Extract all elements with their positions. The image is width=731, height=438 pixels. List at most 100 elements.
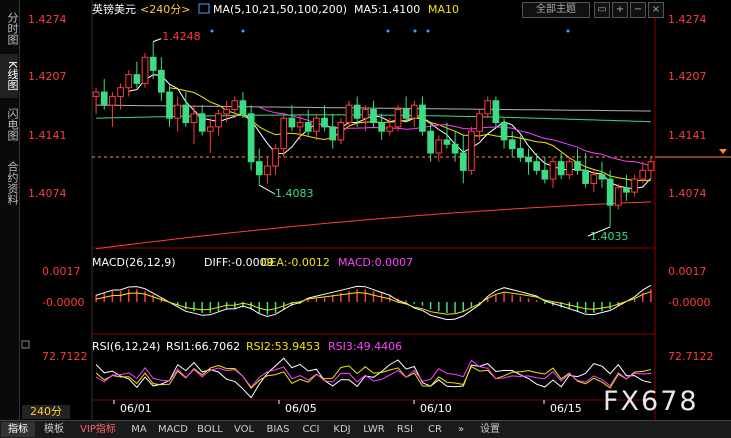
indicator-toolbar: 指标 模板 VIP指标 MA MACD BOLL VOL BIAS CCI KDJ LWR RSI CR… bbox=[0, 420, 731, 438]
candle-body bbox=[272, 148, 279, 167]
minimize-icon[interactable]: ▭ bbox=[594, 2, 610, 18]
candle-body bbox=[231, 100, 239, 110]
zoom-out-icon[interactable]: − bbox=[630, 2, 646, 18]
bottom-tab-14[interactable]: 设置 bbox=[473, 422, 507, 437]
candle-body bbox=[247, 113, 255, 163]
candle-body bbox=[435, 139, 443, 154]
candle-body bbox=[639, 169, 647, 180]
candle-body bbox=[117, 87, 124, 97]
header-ma-label: MA(5,10,21,50,100,200) bbox=[213, 3, 347, 16]
candle-body bbox=[345, 104, 353, 124]
candle-body bbox=[459, 152, 467, 171]
bottom-tab-2[interactable]: VIP指标 bbox=[73, 422, 123, 437]
candle-body bbox=[109, 95, 116, 106]
candle-body bbox=[500, 122, 508, 141]
candle-body bbox=[525, 156, 532, 163]
candle-body bbox=[386, 126, 394, 132]
macd-tick-left: -0.0000 bbox=[42, 296, 84, 309]
bottom-tab-7[interactable]: BIAS bbox=[261, 422, 295, 437]
indicator-icon[interactable] bbox=[198, 3, 210, 14]
candle-body bbox=[304, 122, 312, 132]
candle-body bbox=[206, 126, 214, 132]
candle-body bbox=[557, 161, 565, 176]
candle-body bbox=[419, 104, 426, 132]
candle-body bbox=[508, 139, 516, 150]
event-marker-icon[interactable] bbox=[426, 29, 430, 33]
bottom-tab-13[interactable]: » bbox=[451, 422, 471, 437]
macd-tick-right: -0.0000 bbox=[668, 296, 710, 309]
candle-body bbox=[631, 178, 638, 193]
candle-body bbox=[141, 56, 149, 84]
tab-lightning[interactable]: 闪电图 bbox=[0, 100, 19, 148]
candle-body bbox=[468, 130, 475, 171]
candle-body bbox=[476, 113, 483, 132]
candle-body bbox=[92, 91, 100, 97]
candle-body bbox=[288, 117, 296, 128]
price-tick-right: 1.4141 bbox=[668, 129, 707, 142]
high-marker bbox=[153, 38, 162, 43]
tab-contract-info[interactable]: 合约资料 bbox=[0, 152, 19, 214]
kline-chart[interactable]: 英镑美元 <240分> MA(5,10,21,50,100,200) MA5:1.41… bbox=[0, 0, 731, 437]
bottom-tab-9[interactable]: KDJ bbox=[327, 422, 357, 437]
bottom-tab-3[interactable]: MA bbox=[125, 422, 153, 437]
price-tick-left: 1.4074 bbox=[28, 187, 67, 200]
bottom-tab-0[interactable]: 指标 bbox=[1, 422, 35, 437]
header-ma5: MA5:1.4100 bbox=[354, 3, 420, 16]
tab-kline[interactable]: K线图 bbox=[0, 54, 19, 98]
close-icon[interactable]: × bbox=[648, 2, 664, 18]
candle-body bbox=[378, 122, 386, 132]
rsi1-line bbox=[95, 357, 652, 399]
theme-select[interactable]: 全部主题 bbox=[522, 2, 590, 18]
event-marker-icon[interactable] bbox=[386, 29, 390, 33]
candle-body bbox=[590, 174, 598, 184]
rsi3-line bbox=[95, 359, 651, 388]
event-marker-icon[interactable] bbox=[413, 29, 417, 33]
rsi-settings-icon[interactable] bbox=[21, 340, 30, 349]
bottom-tab-1[interactable]: 模板 bbox=[37, 422, 71, 437]
candle-body bbox=[443, 139, 451, 145]
bottom-tab-11[interactable]: RSI bbox=[391, 422, 419, 437]
candle-body bbox=[280, 117, 288, 150]
candle-body bbox=[337, 122, 345, 141]
candle-body bbox=[533, 161, 541, 171]
tab-timeshare[interactable]: 分时图 bbox=[0, 4, 19, 52]
watermark: FX678 bbox=[603, 386, 699, 417]
event-marker-icon[interactable] bbox=[566, 29, 570, 33]
candle-body bbox=[402, 108, 410, 119]
bottom-tab-10[interactable]: LWR bbox=[359, 422, 389, 437]
macd-dea: DEA:-0.0012 bbox=[261, 256, 330, 269]
candle-body bbox=[149, 56, 157, 71]
macd-value: MACD:0.0007 bbox=[338, 256, 413, 269]
low-label-1: 1.4083 bbox=[275, 187, 314, 200]
candle-body bbox=[223, 108, 230, 115]
event-marker-icon[interactable] bbox=[210, 29, 214, 33]
candle-body bbox=[239, 100, 247, 115]
bottom-tab-8[interactable]: CCI bbox=[297, 422, 325, 437]
candle-body bbox=[574, 161, 581, 171]
candle-body bbox=[582, 169, 590, 184]
candle-body bbox=[133, 74, 141, 84]
bottom-tab-6[interactable]: VOL bbox=[229, 422, 259, 437]
candle-body bbox=[361, 108, 369, 119]
candle-body bbox=[647, 161, 655, 171]
event-marker-icon[interactable] bbox=[241, 29, 245, 33]
macd-tick-left: 0.0017 bbox=[42, 265, 81, 278]
price-tick-right: 1.4274 bbox=[668, 13, 707, 26]
bottom-tab-12[interactable]: CR bbox=[421, 422, 449, 437]
candle-body bbox=[394, 108, 402, 128]
candle-body bbox=[370, 108, 377, 124]
candle-body bbox=[451, 143, 459, 154]
rsi1-value: RSI1:66.7062 bbox=[166, 340, 240, 353]
macd-label: MACD(26,12,9) bbox=[92, 256, 176, 269]
candle-body bbox=[484, 100, 492, 115]
zoom-in-icon[interactable]: + bbox=[612, 2, 628, 18]
candle-body bbox=[517, 148, 524, 158]
period-selector[interactable]: 240分 bbox=[22, 405, 70, 419]
price-tick-left: 1.4141 bbox=[28, 129, 67, 142]
bottom-tab-5[interactable]: BOLL bbox=[193, 422, 227, 437]
rsi-label: RSI(6,12,24) bbox=[92, 340, 160, 353]
bottom-tab-4[interactable]: MACD bbox=[155, 422, 191, 437]
rsi3-value: RSI3:49.4406 bbox=[328, 340, 402, 353]
candle-body bbox=[598, 174, 606, 180]
candle-body bbox=[541, 169, 549, 180]
